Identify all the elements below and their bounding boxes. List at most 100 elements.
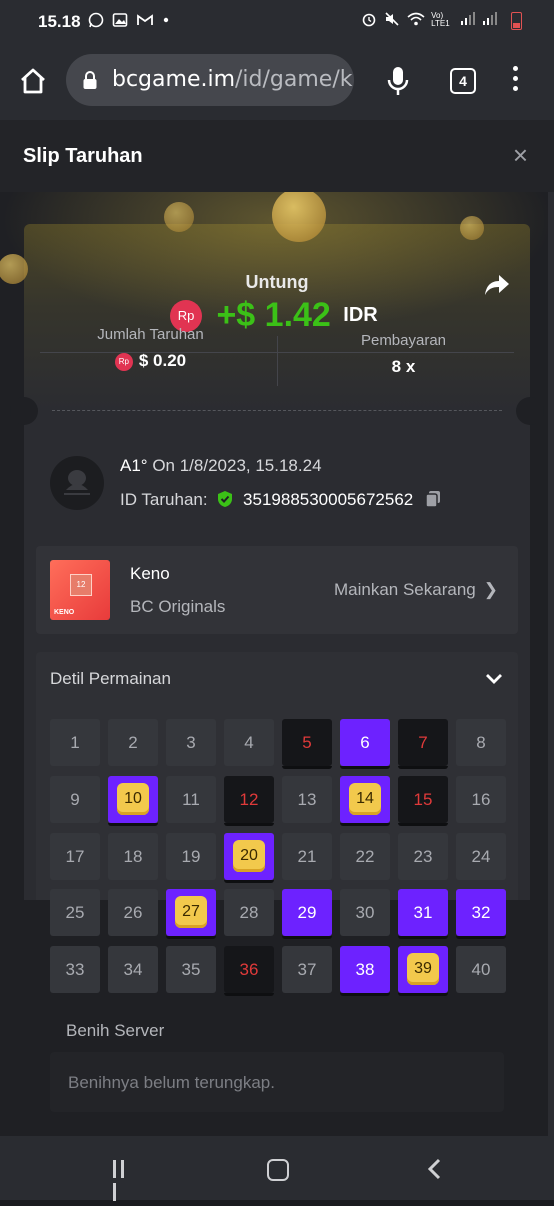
keno-cell-25: 25 [50,889,100,937]
hit-gem: 39 [407,953,439,985]
profit-currency: IDR [343,304,378,326]
ticket-divider [52,410,502,411]
network-label: Vo) LTE1 [431,11,450,28]
url-text: bcgame.im/id/game/k… [112,67,354,92]
keno-cell-13: 13 [282,775,332,823]
status-time: 15.18 [38,12,81,31]
battery-icon [511,11,522,30]
whatsapp-icon [88,12,104,28]
url-host: bcgame.im [112,67,236,92]
signal-icon [460,12,475,25]
keno-cell-37: 37 [282,946,332,993]
keno-cell-5: 5 [282,719,332,769]
keno-cell-15: 15 [398,775,448,826]
bet-slip-content: Untung Rp +$ 1.42 IDR Jumlah Taruhan Rp $… [0,192,554,1136]
keno-cell-33: 33 [50,946,100,993]
keno-cell-23: 23 [398,832,448,880]
keno-cell-40: 40 [456,946,506,993]
keno-cell-24: 24 [456,832,506,880]
keno-cell-8: 8 [456,719,506,766]
payout-label: Pembayaran [360,332,447,349]
bet-amount-value: $ 0.20 [138,351,187,370]
alarm-icon [362,13,376,27]
status-bar: 15.18 Vo) LTE1 [0,0,554,42]
wifi-icon [406,12,425,26]
dot-icon [163,17,168,23]
url-path: /id/game/k… [235,67,354,92]
server-seed-field[interactable]: Benihnya belum terungkap. [50,1052,504,1112]
payout-value: 8 x [391,357,416,376]
recent-apps-icon[interactable] [113,1160,135,1201]
avatar[interactable] [50,456,104,510]
close-icon[interactable]: × [513,142,528,168]
bet-amount-stat: Jumlah Taruhan Rp $ 0.20 [24,326,277,371]
keno-cell-9: 9 [50,775,100,823]
microphone-icon[interactable] [386,66,410,96]
scrollbar[interactable] [548,192,554,1136]
home-icon[interactable] [18,66,48,96]
keno-cell-28: 28 [224,889,274,937]
image-icon [112,13,128,27]
tab-switcher-button[interactable]: 4 [450,68,476,94]
keno-cell-7: 7 [398,719,448,769]
keno-cell-19: 19 [166,832,216,880]
notification-icons [88,12,169,30]
game-name: Keno [130,564,170,583]
play-now-link[interactable]: Mainkan Sekarang ❯ [334,580,498,600]
play-now-label: Mainkan Sekarang [333,580,476,599]
system-nav-bar [0,1136,554,1201]
keno-cell-6: 6 [340,719,390,769]
ticket-notch [10,397,38,425]
keno-cell-27: 27 [166,889,216,940]
back-icon[interactable] [426,1158,442,1180]
keno-cell-10: 10 [108,775,158,826]
game-provider: BC Originals [130,597,226,616]
thumb-label: KENO [54,609,75,616]
keno-cell-20: 20 [224,832,274,883]
browser-toolbar: bcgame.im/id/game/k… 4 [0,42,554,120]
keno-cell-16: 16 [456,775,506,823]
signal-icon-2 [483,12,498,25]
share-icon[interactable] [484,274,510,296]
system-icons: Vo) LTE1 [361,11,522,30]
home-button-icon[interactable] [267,1159,289,1181]
page-title: Slip Taruhan [23,145,143,167]
hit-gem: 20 [233,839,265,872]
copy-icon[interactable] [424,490,442,508]
more-menu-icon[interactable] [510,66,520,96]
game-card[interactable]: 12 KENO Keno BC Originals Mainkan Sekara… [36,546,518,634]
keno-cell-1: 1 [50,719,100,766]
keno-cell-30: 30 [340,889,390,937]
keno-cell-26: 26 [108,889,158,937]
keno-cell-38: 38 [340,946,390,996]
chevron-down-icon[interactable] [484,668,504,688]
hit-gem: 14 [349,782,381,815]
hidden-user-icon [64,470,90,495]
verified-shield-icon [218,491,233,507]
hit-gem: 27 [175,896,207,929]
profit-label: Untung [245,272,309,292]
keno-thumbnail: 12 KENO [50,560,110,620]
thumb-number: 12 [70,574,92,596]
server-seed-placeholder: Benihnya belum terungkap. [68,1073,275,1092]
coin-decoration [460,216,484,240]
bet-amount-label: Jumlah Taruhan [97,326,204,343]
gmail-icon [137,14,154,25]
server-seed-label: Benih Server [66,1021,165,1040]
keno-cell-31: 31 [398,889,448,940]
keno-cell-18: 18 [108,832,158,880]
payout-stat: Pembayaran 8 x [277,332,530,377]
username[interactable]: A1° [120,456,148,475]
keno-cell-22: 22 [340,832,390,880]
bet-date: On 1/8/2023, 15.18.24 [152,456,322,475]
keno-cell-14: 14 [340,775,390,826]
bet-id-label: ID Taruhan: [120,490,208,509]
keno-cell-11: 11 [166,775,216,823]
details-title[interactable]: Detil Permainan [50,669,171,689]
rupiah-badge: Rp [114,352,133,371]
ticket-notch [516,397,544,425]
address-bar[interactable]: bcgame.im/id/game/k… [66,54,354,106]
keno-cell-29: 29 [282,889,332,940]
keno-cell-32: 32 [456,889,506,940]
hit-gem: 10 [117,782,149,815]
